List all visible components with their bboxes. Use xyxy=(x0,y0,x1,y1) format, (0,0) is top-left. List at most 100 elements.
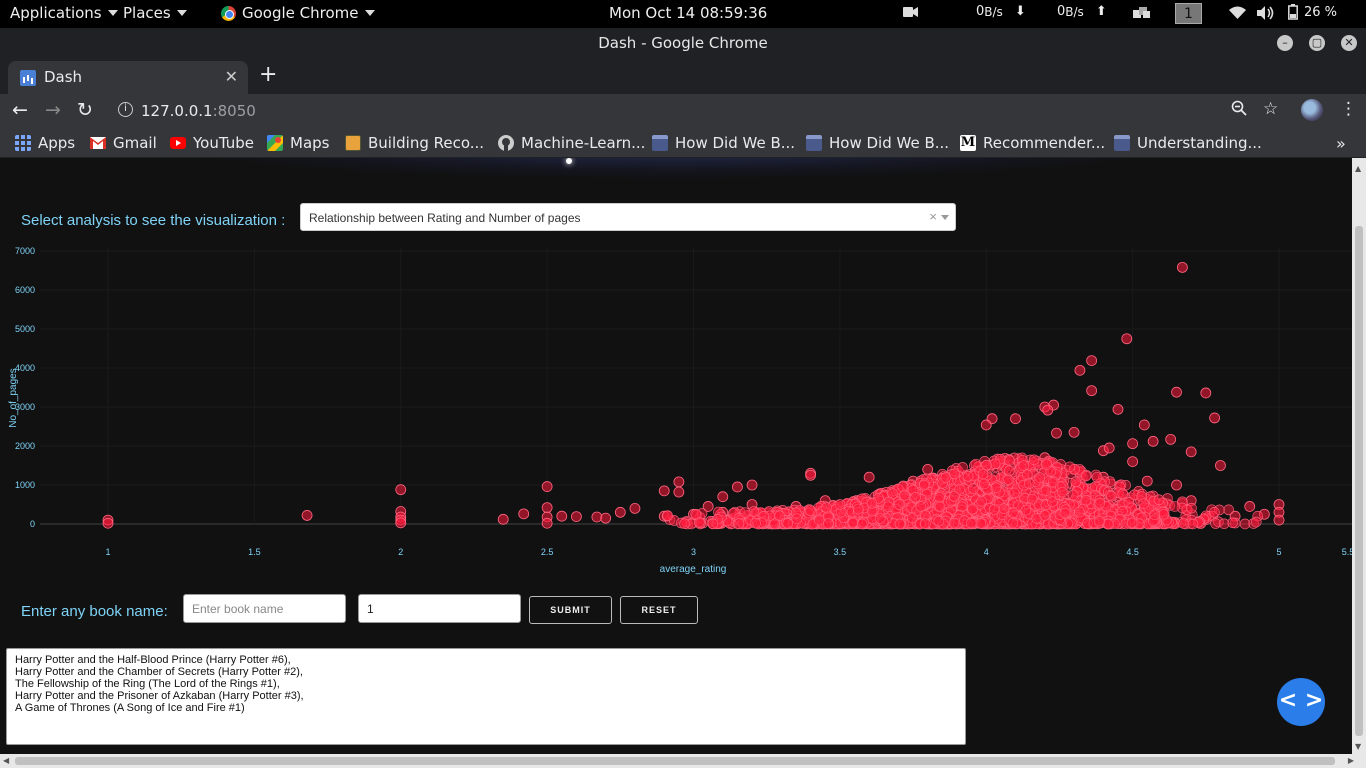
forward-icon[interactable]: → xyxy=(45,99,61,121)
data-point xyxy=(967,503,978,515)
data-point xyxy=(658,485,670,497)
scroll-right-icon[interactable]: ▶ xyxy=(1348,756,1354,765)
places-menu[interactable]: Places xyxy=(123,4,187,22)
battery-icon xyxy=(1288,4,1298,20)
analysis-dropdown[interactable]: Relationship between Rating and Number o… xyxy=(300,203,956,231)
horizontal-scroll-thumb[interactable] xyxy=(15,757,1335,765)
minimize-icon[interactable]: – xyxy=(1277,35,1293,51)
data-point xyxy=(1209,507,1220,518)
maximize-icon[interactable]: ▢ xyxy=(1309,35,1325,51)
clear-selection-icon[interactable]: × xyxy=(929,209,937,224)
reset-button[interactable]: RESET xyxy=(620,596,698,624)
data-point xyxy=(1158,508,1170,520)
data-point xyxy=(1185,446,1197,458)
close-window-icon[interactable]: ✕ xyxy=(1341,35,1357,51)
bookmark-recommender[interactable]: M Recommender... xyxy=(960,134,1105,152)
bookmark-understanding[interactable]: Understanding... xyxy=(1114,134,1262,152)
data-point xyxy=(1218,518,1230,530)
bookmark-youtube[interactable]: YouTube xyxy=(170,134,254,152)
screen-record-icon[interactable] xyxy=(903,5,919,19)
chrome-icon xyxy=(221,5,236,21)
address-bar[interactable]: i 127.0.0.1:8050 xyxy=(108,97,1288,125)
doc-icon xyxy=(1114,135,1130,151)
workspace-indicator[interactable]: 1 xyxy=(1175,3,1202,24)
data-point xyxy=(541,481,553,492)
recommendation-line: A Game of Thrones (A Song of Ice and Fir… xyxy=(15,702,245,714)
bookmark-how-did-we-1[interactable]: How Did We B... xyxy=(652,134,795,152)
wifi-icon[interactable] xyxy=(1229,6,1246,20)
places-label: Places xyxy=(123,4,171,22)
data-point xyxy=(894,518,906,530)
bookmark-label: How Did We B... xyxy=(675,134,796,152)
scatter-chart[interactable]: 010002000300040005000600070001 1.5 2 2.5 3 3.… xyxy=(0,243,1352,588)
book-name-input[interactable] xyxy=(183,594,346,623)
window-title-bar[interactable]: Dash - Google Chrome – ▢ ✕ xyxy=(0,28,1366,58)
bookmark-apps[interactable]: Apps xyxy=(15,134,75,152)
bookmark-label: Understanding... xyxy=(1137,134,1262,152)
recommendation-line: Harry Potter and the Half-Blood Prince (… xyxy=(15,654,291,666)
tab-close-icon[interactable]: ✕ xyxy=(225,67,238,86)
data-point xyxy=(1127,438,1139,450)
data-point xyxy=(750,517,761,529)
recommendation-count-input[interactable] xyxy=(358,594,521,623)
data-point xyxy=(746,479,758,491)
scroll-down-icon[interactable]: ▼ xyxy=(1355,742,1361,751)
new-tab-button[interactable]: + xyxy=(259,62,277,87)
battery-percent: 26 % xyxy=(1304,4,1338,20)
battery-indicator[interactable]: 26 % xyxy=(1288,4,1337,20)
recommendations-textarea[interactable]: Harry Potter and the Half-Blood Prince (… xyxy=(6,648,966,745)
data-point xyxy=(662,510,674,522)
data-point xyxy=(1171,479,1182,491)
bookmark-maps[interactable]: Maps xyxy=(267,134,329,152)
data-point xyxy=(1064,461,1076,473)
site-info-icon[interactable]: i xyxy=(118,102,133,117)
zoom-icon[interactable] xyxy=(1231,100,1247,121)
profile-avatar[interactable] xyxy=(1301,99,1323,121)
workspace-switcher-icon[interactable] xyxy=(1133,6,1151,20)
applications-label: Applications xyxy=(10,4,102,22)
bookmarks-overflow-icon[interactable]: » xyxy=(1336,134,1346,153)
header-glow xyxy=(190,158,1160,178)
scroll-up-icon[interactable]: ▲ xyxy=(1355,164,1361,173)
bookmark-machine-learn[interactable]: Machine-Learn... xyxy=(498,134,645,152)
tab-dash[interactable]: Dash ✕ xyxy=(8,61,248,94)
scroll-left-icon[interactable]: ◀ xyxy=(3,756,9,765)
data-point xyxy=(966,517,977,529)
horizontal-scrollbar[interactable]: ◀ ▶ xyxy=(0,754,1366,768)
bookmarks-bar: Apps Gmail YouTube Maps Building Reco...… xyxy=(0,128,1366,158)
tab-strip: Dash ✕ + xyxy=(0,58,1366,94)
data-point xyxy=(1010,413,1021,425)
volume-icon[interactable] xyxy=(1257,6,1275,20)
vertical-scroll-thumb[interactable] xyxy=(1355,226,1363,736)
back-icon[interactable]: ← xyxy=(12,99,28,121)
more-menu-icon[interactable]: ⋮ xyxy=(1340,99,1357,119)
data-point xyxy=(1141,475,1153,487)
code-toggle-button[interactable]: < > xyxy=(1277,678,1325,726)
clock[interactable]: Mon Oct 14 08:59:36 xyxy=(609,4,767,22)
active-app-menu[interactable]: Google Chrome xyxy=(221,4,375,22)
applications-menu[interactable]: Applications xyxy=(10,4,118,22)
data-point xyxy=(804,505,816,516)
data-point xyxy=(732,481,743,493)
data-point xyxy=(1047,496,1058,508)
data-point xyxy=(821,502,832,514)
bookmark-building-reco[interactable]: Building Reco... xyxy=(345,134,484,152)
data-point xyxy=(882,501,894,513)
active-app-label: Google Chrome xyxy=(242,4,359,22)
data-point xyxy=(571,511,582,522)
bookmark-gmail[interactable]: Gmail xyxy=(90,134,157,152)
chevron-down-icon[interactable] xyxy=(941,215,949,220)
submit-button[interactable]: SUBMIT xyxy=(529,596,612,624)
bookmark-star-icon[interactable]: ☆ xyxy=(1263,99,1278,119)
vertical-scrollbar[interactable]: ▲ ▼ xyxy=(1352,158,1366,754)
data-point xyxy=(1080,470,1092,482)
data-point xyxy=(591,511,603,523)
clock-text: Mon Oct 14 08:59:36 xyxy=(609,4,768,22)
x-axis-title: average_rating xyxy=(660,564,727,575)
bookmark-how-did-we-2[interactable]: How Did We B... xyxy=(806,134,949,152)
dash-page: Select analysis to see the visualization… xyxy=(0,158,1352,754)
window-title: Dash - Google Chrome xyxy=(598,34,768,52)
data-point xyxy=(1074,506,1085,518)
reload-icon[interactable]: ↻ xyxy=(77,99,93,121)
data-point xyxy=(922,463,934,475)
